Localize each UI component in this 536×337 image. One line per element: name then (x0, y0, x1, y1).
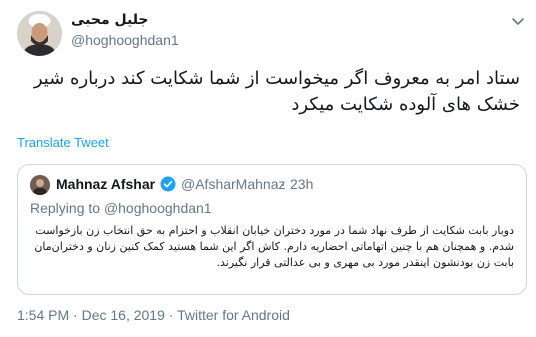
tweet-source[interactable]: Twitter for Android (177, 307, 290, 323)
quoted-separator: · (281, 176, 286, 192)
replying-to: Replying to @hoghooghdan1 (30, 200, 212, 216)
replying-handle[interactable]: @hoghooghdan1 (104, 200, 212, 216)
meta-separator: · (168, 307, 174, 323)
quoted-tweet-text: دوبار بابت شکایت از طرف نهاد شما در مورد… (34, 224, 514, 269)
tweet-text: ستاد امر به معروف اگر میخواست از شما شکا… (33, 68, 520, 115)
user-avatar[interactable] (17, 11, 62, 56)
display-name[interactable]: جلیل محبی (71, 12, 149, 28)
quoted-tweet[interactable]: Mahnaz Afshar @AfsharMahnaz · 23h Replyi… (17, 164, 527, 295)
quoted-user-avatar (30, 175, 50, 195)
verified-badge-icon (160, 176, 176, 192)
replying-prefix: Replying to (30, 200, 101, 216)
quoted-time: 23h (290, 176, 314, 192)
tweet-metadata: 1:54 PM · Dec 16, 2019 · Twitter for And… (17, 307, 290, 323)
quoted-display-name: Mahnaz Afshar (56, 176, 156, 192)
quoted-handle: @AfsharMahnaz (181, 176, 286, 192)
translate-tweet-link[interactable]: Translate Tweet (17, 135, 109, 150)
chevron-down-icon[interactable] (510, 14, 526, 28)
tweet-timestamp[interactable]: 1:54 PM · Dec 16, 2019 (17, 307, 165, 323)
user-handle[interactable]: @hoghooghdan1 (71, 32, 179, 48)
